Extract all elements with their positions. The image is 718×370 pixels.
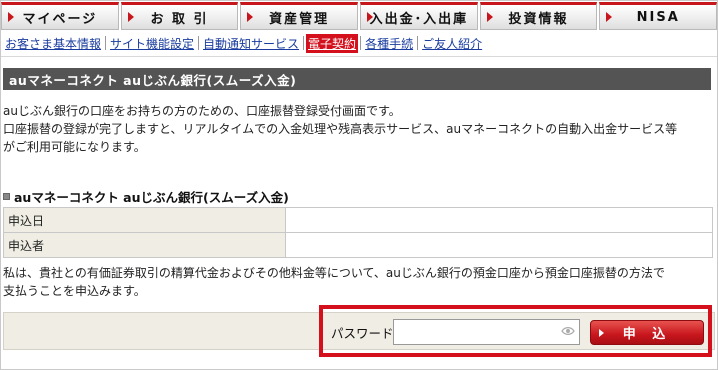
arrow-right-icon — [606, 12, 613, 22]
sub-nav: お客さま基本情報 サイト機能設定 自動通知サービス 電子契約 各種手続 ご友人紹… — [3, 33, 484, 53]
tab-trade[interactable]: お 取 引 — [120, 2, 239, 30]
divider — [1, 56, 717, 57]
top-nav: マイページ お 取 引 資産管理 入出金･入出庫 投資情報 NISA — [1, 2, 718, 30]
tab-label: マイページ — [22, 11, 98, 27]
bullet-square-icon — [3, 193, 10, 200]
divider — [105, 36, 107, 50]
intro-line: auじぶん銀行の口座をお持ちの方のための、口座振替登録受付画面です。 — [3, 104, 401, 118]
subnav-site-settings[interactable]: サイト機能設定 — [108, 34, 196, 53]
applicant-label: 申込者 — [3, 232, 286, 258]
divider — [417, 36, 419, 50]
application-date-label: 申込日 — [3, 207, 286, 233]
divider — [303, 36, 305, 50]
form-title: auマネーコネクト auじぶん銀行(スムーズ入金) — [14, 190, 289, 205]
application-table: 申込日 申込者 — [3, 207, 713, 258]
tab-label: 資産管理 — [269, 11, 330, 27]
tab-label: 入出金･入出庫 — [369, 11, 469, 27]
arrow-right-icon — [247, 12, 254, 22]
intro-text: auじぶん銀行の口座をお持ちの方のための、口座振替登録受付画面です。 口座振替の… — [3, 102, 713, 156]
application-date-value — [285, 207, 713, 233]
arrow-right-icon — [486, 12, 493, 22]
arrow-right-icon — [127, 12, 134, 22]
subnav-auto-notify[interactable]: 自動通知サービス — [201, 34, 301, 53]
arrow-right-icon — [367, 12, 374, 22]
tab-label: 投資情報 — [508, 11, 569, 27]
subnav-referral[interactable]: ご友人紹介 — [420, 34, 484, 53]
form-heading: auマネーコネクト auじぶん銀行(スムーズ入金) — [3, 187, 289, 206]
subnav-customer-info[interactable]: お客さま基本情報 — [3, 34, 103, 53]
highlight-box — [319, 305, 712, 357]
tab-investment-info[interactable]: 投資情報 — [479, 2, 598, 30]
intro-line: 口座振替の登録が完了しますと、リアルタイムでの入金処理や残高表示サービス、auマ… — [3, 122, 678, 136]
section-title: auマネーコネクト auじぶん銀行(スムーズ入金) — [3, 68, 711, 90]
subnav-procedures[interactable]: 各種手続 — [363, 34, 415, 53]
agreement-line: 支払うことを申込みます。 — [3, 284, 146, 298]
applicant-value — [285, 232, 713, 258]
subnav-e-contract[interactable]: 電子契約 — [306, 33, 359, 53]
divider — [360, 36, 362, 50]
tab-nisa[interactable]: NISA — [599, 2, 718, 30]
divider — [198, 36, 200, 50]
tab-label: お 取 引 — [150, 11, 209, 27]
table-row: 申込者 — [3, 232, 713, 258]
tab-label: NISA — [636, 9, 680, 25]
intro-line: がご利用可能になります。 — [3, 140, 146, 154]
table-row: 申込日 — [3, 207, 713, 233]
agreement-line: 私は、貴社との有価証券取引の精算代金およびその他料金等について、auじぶん銀行の… — [3, 266, 665, 280]
tab-deposit-withdraw[interactable]: 入出金･入出庫 — [360, 2, 478, 30]
arrow-right-icon — [8, 12, 14, 22]
agreement-text: 私は、貴社との有価証券取引の精算代金およびその他料金等について、auじぶん銀行の… — [3, 264, 715, 300]
tab-assets[interactable]: 資産管理 — [240, 2, 359, 30]
tab-mypage[interactable]: マイページ — [1, 2, 119, 30]
